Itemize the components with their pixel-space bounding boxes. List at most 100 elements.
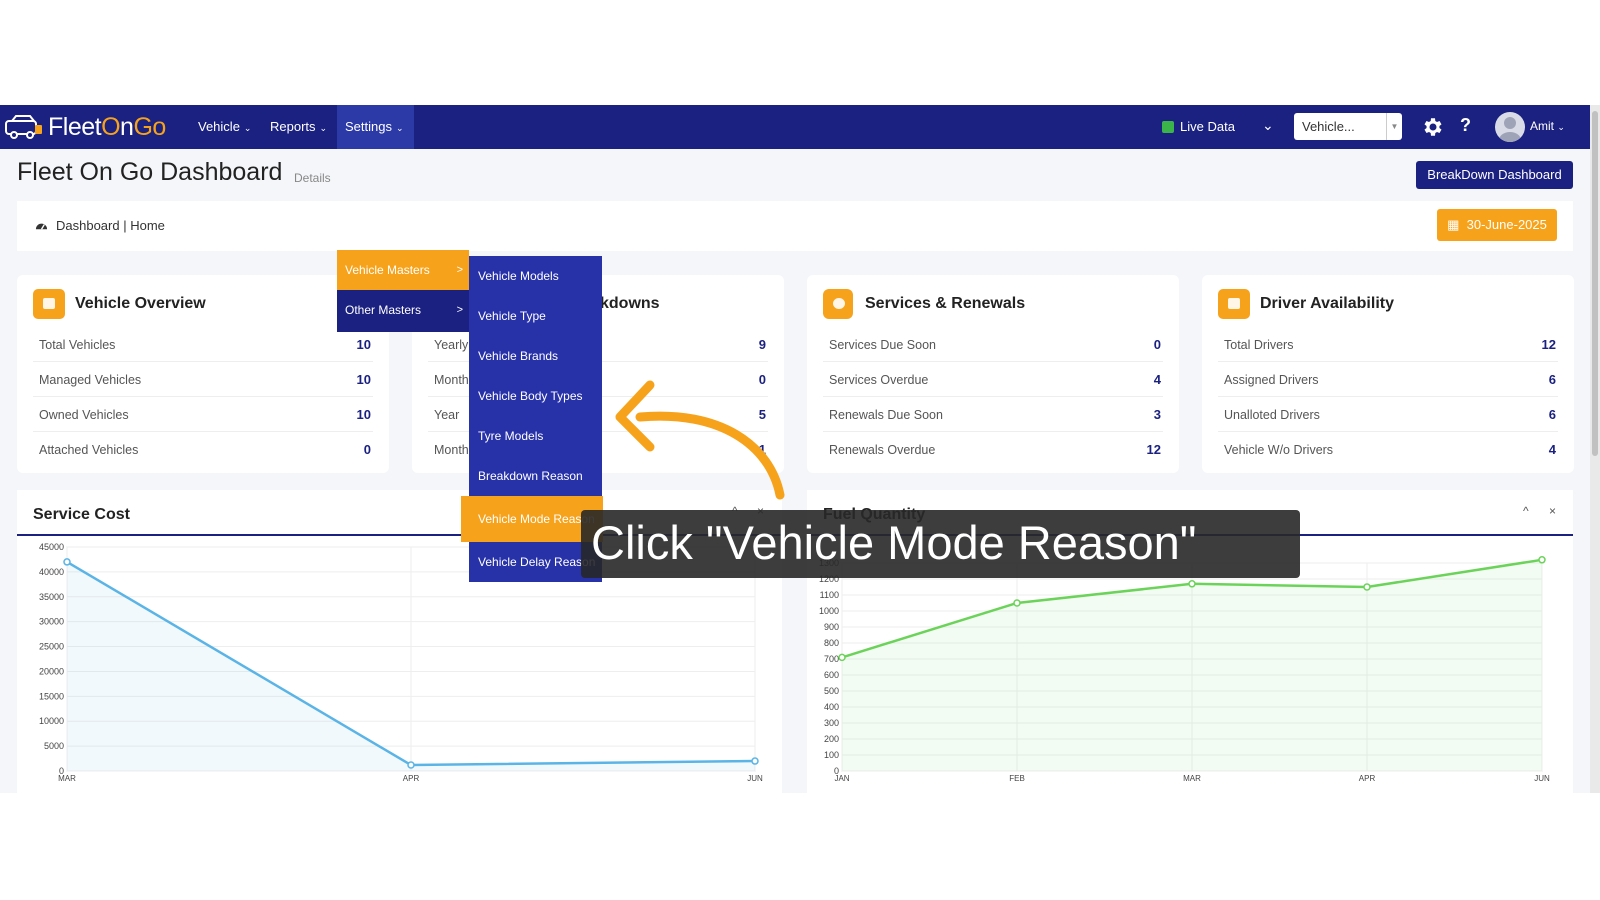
bar-chart-icon	[1218, 289, 1250, 319]
live-data-toggle[interactable]: Live Data	[1162, 119, 1235, 134]
x-tick-label: JUN	[1534, 774, 1550, 783]
y-tick-label: 40000	[39, 567, 64, 577]
truck-icon	[33, 289, 65, 319]
page-subtitle: Details	[294, 171, 331, 185]
chevron-right-icon: >	[456, 264, 463, 276]
close-icon[interactable]: ×	[1549, 504, 1556, 518]
y-tick-label: 1100	[820, 590, 839, 600]
user-menu[interactable]: Amit ⌄	[1530, 119, 1565, 133]
data-point	[1363, 583, 1371, 591]
top-navbar: FleetOnGo Vehicle ⌄ Reports ⌄ Settings ⌄ Li…	[0, 105, 1590, 149]
stat-row: Total Vehicles 10	[33, 327, 373, 362]
settings-circle-icon	[823, 289, 853, 319]
date-picker-button[interactable]: ▦ 30-June-2025	[1437, 209, 1557, 241]
chevron-right-icon: >	[456, 304, 463, 316]
app-window: FleetOnGo Vehicle ⌄ Reports ⌄ Settings ⌄ Li…	[0, 105, 1590, 793]
user-icon	[1499, 117, 1521, 142]
y-tick-label: 500	[824, 686, 839, 696]
menu-item-vehicle-models[interactable]: Vehicle Models	[469, 256, 602, 296]
card-title: Driver Availability	[1260, 295, 1394, 312]
x-tick-label: JAN	[834, 774, 849, 783]
panel-title: Service Cost	[33, 506, 130, 523]
card-title: Vehicle Overview	[75, 295, 206, 312]
data-point	[1188, 580, 1196, 588]
x-tick-label: MAR	[1183, 774, 1201, 783]
menu-item-other-masters[interactable]: Other Masters >	[337, 290, 469, 330]
series-area	[842, 559, 1542, 771]
data-point	[838, 653, 846, 662]
card-title: Services & Renewals	[865, 295, 1026, 312]
truck-icon	[5, 115, 42, 139]
breakdown-dashboard-button[interactable]: BreakDown Dashboard	[1416, 161, 1573, 189]
scrollbar-thumb[interactable]	[1592, 111, 1598, 456]
stat-row: Assigned Drivers 6	[1218, 362, 1558, 397]
y-tick-label: 600	[824, 670, 839, 680]
y-tick-label: 300	[824, 718, 839, 728]
nav-vehicle[interactable]: Vehicle ⌄	[190, 105, 259, 149]
stat-row: Services Due Soon 0	[823, 327, 1163, 362]
y-tick-label: 100	[824, 750, 839, 760]
menu-item-tyre-models[interactable]: Tyre Models	[469, 416, 602, 456]
stat-row: Managed Vehicles 10	[33, 362, 373, 397]
data-point	[63, 558, 71, 566]
gear-icon[interactable]	[1420, 115, 1444, 139]
y-tick-label: 1000	[819, 606, 839, 616]
vehicle-select[interactable]: Vehicle... ▼	[1294, 113, 1402, 140]
data-point	[407, 761, 415, 769]
stat-row: Owned Vehicles 10	[33, 397, 373, 432]
chevron-down-icon: ⌄	[319, 123, 328, 133]
y-tick-label: 400	[824, 702, 839, 712]
stat-row: Services Overdue 4	[823, 362, 1163, 397]
stat-row: Renewals Overdue 12	[829, 442, 1161, 457]
menu-item-vehicle-type[interactable]: Vehicle Type	[469, 296, 602, 336]
collapse-icon[interactable]: ^	[1523, 504, 1529, 518]
y-tick-label: 35000	[39, 592, 64, 602]
chevron-down-icon[interactable]: ⌄	[1262, 117, 1274, 134]
y-tick-label: 200	[824, 734, 839, 744]
y-tick-label: 15000	[39, 691, 64, 701]
fuel-quantity-chart: 0100200300400500600700800900100011001200…	[819, 556, 1550, 783]
driver-availability-card: Driver Availability Total Drivers 12 Assi…	[1202, 275, 1574, 473]
x-tick-label: APR	[403, 774, 420, 783]
x-tick-label: FEB	[1009, 774, 1025, 783]
x-tick-label: APR	[1359, 774, 1376, 783]
brand-name: FleetOnGo	[48, 112, 166, 141]
services-renewals-card: Services & Renewals Services Due Soon 0 S…	[807, 275, 1179, 473]
menu-item-vehicle-body-types[interactable]: Vehicle Body Types	[469, 376, 602, 416]
page-title: Fleet On Go Dashboard	[17, 158, 283, 186]
stat-row: Attached Vehicles 0	[39, 442, 371, 457]
page-scrollbar[interactable]	[1590, 105, 1600, 793]
chevron-down-icon: ⌄	[395, 123, 404, 133]
x-tick-label: JUN	[747, 774, 763, 783]
chevron-down-icon: ⌄	[1557, 122, 1565, 132]
menu-item-vehicle-masters[interactable]: Vehicle Masters >	[337, 250, 469, 290]
nav-settings[interactable]: Settings ⌄	[337, 105, 414, 149]
checkbox-icon	[1162, 120, 1174, 133]
instruction-callout: Click "Vehicle Mode Reason"	[581, 510, 1300, 578]
card-title: kdowns	[600, 295, 660, 312]
dashboard-icon	[35, 223, 48, 230]
settings-dropdown: Vehicle Masters > Other Masters >	[337, 250, 469, 332]
brand-logo[interactable]: FleetOnGo	[4, 111, 166, 143]
y-tick-label: 10000	[39, 716, 64, 726]
stat-row: Vehicle W/o Drivers 4	[1224, 442, 1556, 457]
data-point	[751, 757, 759, 765]
menu-item-breakdown-reason[interactable]: Breakdown Reason	[469, 456, 602, 496]
data-point	[1538, 556, 1546, 564]
help-icon[interactable]: ?	[1460, 115, 1471, 136]
y-tick-label: 900	[824, 622, 839, 632]
y-tick-label: 30000	[39, 617, 64, 627]
menu-item-vehicle-brands[interactable]: Vehicle Brands	[469, 336, 602, 376]
stat-row: Total Drivers 12	[1218, 327, 1558, 362]
vehicle-overview-card: Vehicle Overview Total Vehicles 10 Manage…	[17, 275, 389, 473]
avatar[interactable]	[1495, 112, 1525, 142]
data-point	[1013, 599, 1021, 607]
calendar-icon: ▦	[1447, 217, 1460, 232]
service-cost-chart: 0500010000150002000025000300003500040000…	[39, 542, 763, 783]
y-tick-label: 800	[824, 638, 839, 648]
stat-row: Renewals Due Soon 3	[823, 397, 1163, 432]
nav-reports[interactable]: Reports ⌄	[262, 105, 335, 149]
breadcrumb[interactable]: Dashboard | Home	[35, 218, 165, 233]
y-tick-label: 700	[824, 654, 839, 664]
pointer-arrow-icon	[615, 380, 785, 500]
